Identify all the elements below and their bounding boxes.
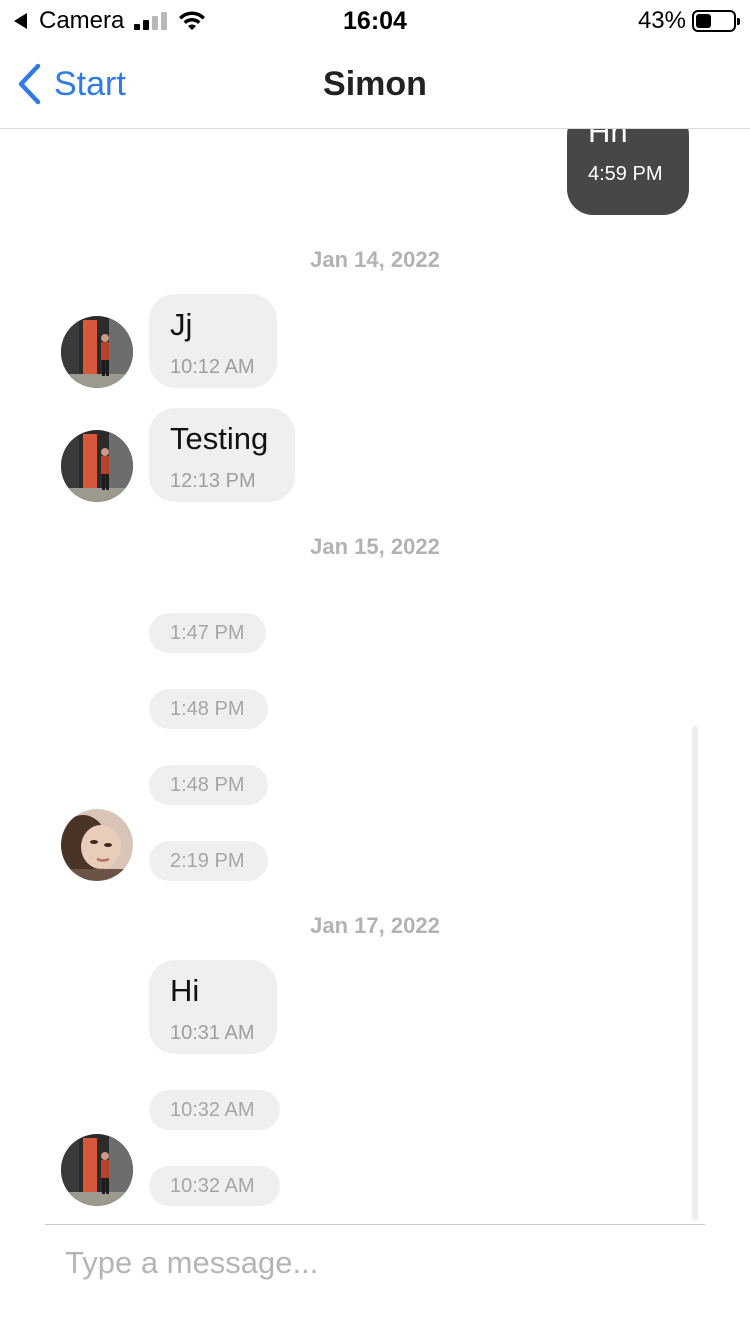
- navigation-bar: Start Simon: [0, 40, 750, 129]
- battery-icon: [692, 10, 740, 32]
- received-message-bubble[interactable]: 1:48 PM: [149, 765, 268, 805]
- message-time: 10:12 AM: [170, 356, 255, 378]
- scrollbar[interactable]: [692, 726, 698, 1220]
- status-bar: Camera 16:04 43%: [0, 0, 750, 40]
- composer-divider: [45, 1224, 705, 1225]
- contact-photo-icon: [61, 430, 133, 502]
- contact-photo-icon: [61, 1134, 133, 1206]
- date-separator: Jan 14, 2022: [310, 247, 440, 272]
- received-message-bubble[interactable]: 2:19 PM: [149, 841, 268, 881]
- received-message-bubble[interactable]: 10:32 AM: [149, 1166, 280, 1206]
- message-time: 4:59 PM: [588, 163, 663, 185]
- message-input[interactable]: [45, 1238, 705, 1288]
- received-message-bubble[interactable]: Testing 12:13 PM: [149, 408, 295, 502]
- message-text: Testing: [170, 421, 269, 456]
- battery-percentage: 43%: [637, 7, 686, 34]
- message-time: 10:32 AM: [170, 1099, 255, 1121]
- message-time: 1:48 PM: [170, 774, 245, 796]
- message-text: Hi: [170, 973, 200, 1008]
- message-time: 1:47 PM: [170, 622, 245, 644]
- sent-message-bubble[interactable]: Hh 4:59 PM: [567, 129, 689, 215]
- received-message-bubble[interactable]: 10:32 AM: [149, 1090, 280, 1130]
- received-message-bubble[interactable]: 1:48 PM: [149, 689, 268, 729]
- received-message-bubble[interactable]: Jj 10:12 AM: [149, 294, 277, 388]
- avatar[interactable]: [61, 809, 133, 881]
- message-time: 12:13 PM: [170, 470, 256, 492]
- contact-photo-icon: [61, 809, 133, 881]
- battery-fill: [696, 14, 712, 28]
- message-time: 1:48 PM: [170, 698, 245, 720]
- contact-photo-icon: [61, 316, 133, 388]
- received-message-bubble[interactable]: Hi 10:31 AM: [149, 960, 277, 1054]
- message-time: 10:32 AM: [170, 1175, 255, 1197]
- status-right: 43%: [637, 6, 740, 36]
- message-text: Hh: [588, 129, 628, 149]
- message-list[interactable]: Hh 4:59 PM Jan 14, 2022 Jj 10:12 AM Test…: [0, 129, 750, 1225]
- date-separator: Jan 17, 2022: [310, 913, 440, 938]
- message-time: 2:19 PM: [170, 850, 245, 872]
- received-message-bubble[interactable]: 1:47 PM: [149, 613, 266, 653]
- date-separator: Jan 15, 2022: [310, 534, 440, 559]
- conversation-title: Simon: [323, 65, 427, 103]
- message-text: Jj: [170, 307, 193, 342]
- avatar[interactable]: [61, 430, 133, 502]
- avatar[interactable]: [61, 1134, 133, 1206]
- avatar[interactable]: [61, 316, 133, 388]
- message-time: 10:31 AM: [170, 1022, 255, 1044]
